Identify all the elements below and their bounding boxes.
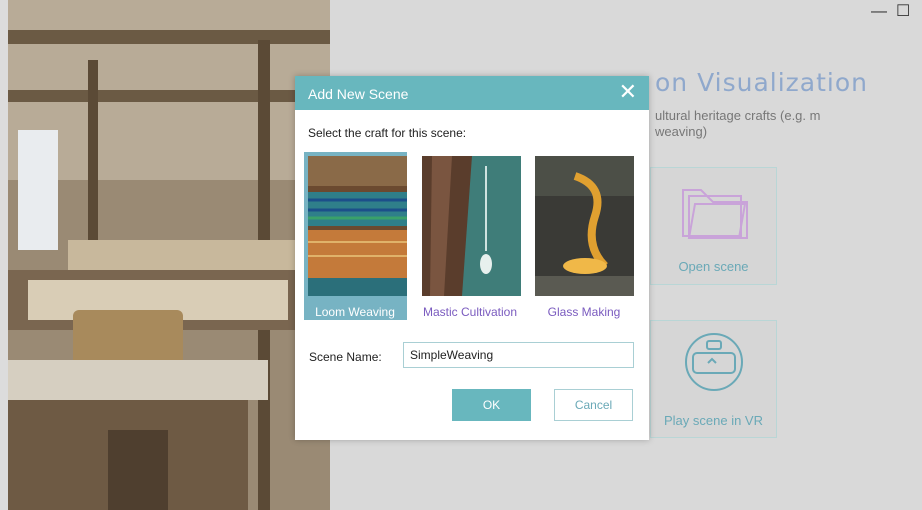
craft-prompt: Select the craft for this scene: <box>308 126 467 140</box>
add-scene-dialog: Add New Scene ✕ Select the craft for thi… <box>295 76 649 440</box>
craft-label-mastic-cultivation: Mastic Cultivation <box>422 305 518 319</box>
dialog-header: Add New Scene ✕ <box>295 76 649 110</box>
open-scene-card[interactable]: Open scene <box>650 167 777 285</box>
background-loom-photo <box>8 0 330 510</box>
scene-name-label: Scene Name: <box>309 350 382 364</box>
play-vr-label: Play scene in VR <box>664 413 763 428</box>
vr-headset-icon <box>685 333 743 391</box>
craft-option-mastic-cultivation[interactable] <box>418 152 521 320</box>
craft-label-loom-weaving: Loom Weaving <box>315 305 395 319</box>
minimize-button[interactable]: — <box>871 4 887 20</box>
craft-label-glass-making: Glass Making <box>547 305 621 319</box>
ok-button[interactable]: OK <box>452 389 531 421</box>
loom-weaving-image <box>308 156 407 296</box>
app-description: ultural heritage crafts (e.g. m weaving) <box>655 108 821 139</box>
close-icon[interactable]: ✕ <box>619 81 637 103</box>
glass-making-image <box>535 156 634 296</box>
open-scene-label: Open scene <box>678 259 749 274</box>
mastic-cultivation-image <box>422 156 521 296</box>
dialog-title: Add New Scene <box>308 86 409 102</box>
scene-name-input[interactable] <box>403 342 634 368</box>
craft-option-glass-making[interactable] <box>531 152 634 320</box>
maximize-button[interactable]: ☐ <box>896 4 910 20</box>
folder-icon <box>682 189 748 239</box>
app-title-text: on Visualization <box>655 68 868 97</box>
play-vr-card[interactable]: Play scene in VR <box>650 320 777 438</box>
craft-option-loom-weaving[interactable] <box>304 152 407 320</box>
cancel-button[interactable]: Cancel <box>554 389 633 421</box>
